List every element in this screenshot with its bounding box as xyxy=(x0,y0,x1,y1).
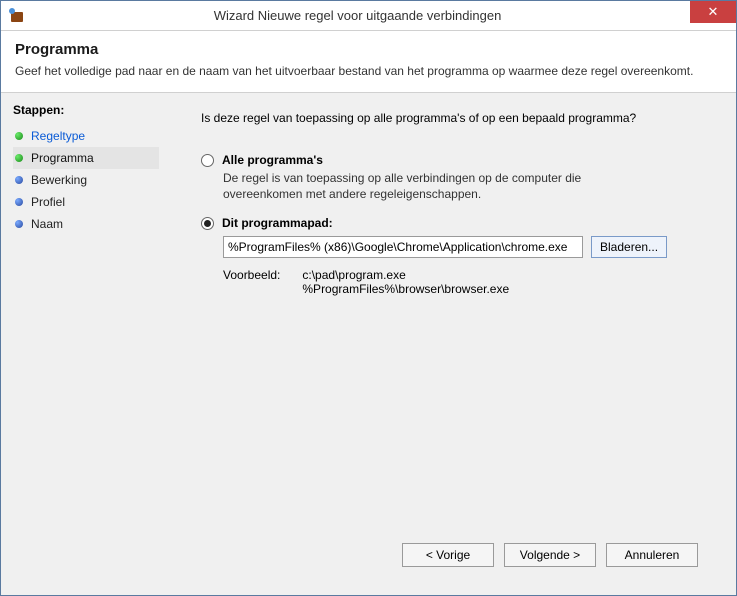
page-description: Geef het volledige pad naar en de naam v… xyxy=(15,64,722,78)
step-naam[interactable]: Naam xyxy=(13,213,159,235)
radio-program-path[interactable] xyxy=(201,217,214,230)
page-title: Programma xyxy=(15,41,722,58)
bullet-done-icon xyxy=(15,132,23,140)
steps-heading: Stappen: xyxy=(13,103,159,117)
step-label: Naam xyxy=(31,217,63,231)
back-button[interactable]: < Vorige xyxy=(402,543,494,567)
wizard-window: Wizard Nieuwe regel voor uitgaande verbi… xyxy=(0,0,737,596)
step-profiel[interactable]: Profiel xyxy=(13,191,159,213)
window-title: Wizard Nieuwe regel voor uitgaande verbi… xyxy=(25,8,690,23)
header-section: Programma Geef het volledige pad naar en… xyxy=(1,31,736,93)
browse-button[interactable]: Bladeren... xyxy=(591,236,667,258)
bullet-pending-icon xyxy=(15,198,23,206)
step-programma[interactable]: Programma xyxy=(13,147,159,169)
option-description: De regel is van toepassing op alle verbi… xyxy=(223,170,653,202)
close-button[interactable]: ✕ xyxy=(690,1,736,23)
step-bewerking[interactable]: Bewerking xyxy=(13,169,159,191)
program-path-input[interactable] xyxy=(223,236,583,258)
wizard-footer: < Vorige Volgende > Annuleren xyxy=(201,531,716,585)
step-label: Programma xyxy=(31,151,94,165)
example-label: Voorbeeld: xyxy=(223,268,280,296)
bullet-pending-icon xyxy=(15,220,23,228)
steps-sidebar: Stappen: Regeltype Programma Bewerking P… xyxy=(1,93,171,595)
option-label: Alle programma's xyxy=(222,153,323,167)
radio-all-programs[interactable] xyxy=(201,154,214,167)
titlebar: Wizard Nieuwe regel voor uitgaande verbi… xyxy=(1,1,736,31)
main-panel: Is deze regel van toepassing op alle pro… xyxy=(171,93,736,595)
example-values: c:\pad\program.exe %ProgramFiles%\browse… xyxy=(302,268,509,296)
bullet-current-icon xyxy=(15,154,23,162)
next-button[interactable]: Volgende > xyxy=(504,543,596,567)
option-all-programs: Alle programma's De regel is van toepass… xyxy=(201,153,716,202)
step-label: Regeltype xyxy=(31,129,85,143)
option-program-path: Dit programmapad: Bladeren... Voorbeeld:… xyxy=(201,216,716,296)
firewall-icon xyxy=(9,8,25,24)
cancel-button[interactable]: Annuleren xyxy=(606,543,698,567)
step-label: Bewerking xyxy=(31,173,87,187)
bullet-pending-icon xyxy=(15,176,23,184)
body-area: Stappen: Regeltype Programma Bewerking P… xyxy=(1,93,736,595)
step-regeltype[interactable]: Regeltype xyxy=(13,125,159,147)
question-text: Is deze regel van toepassing op alle pro… xyxy=(201,111,716,125)
option-label: Dit programmapad: xyxy=(222,216,333,230)
step-label: Profiel xyxy=(31,195,65,209)
